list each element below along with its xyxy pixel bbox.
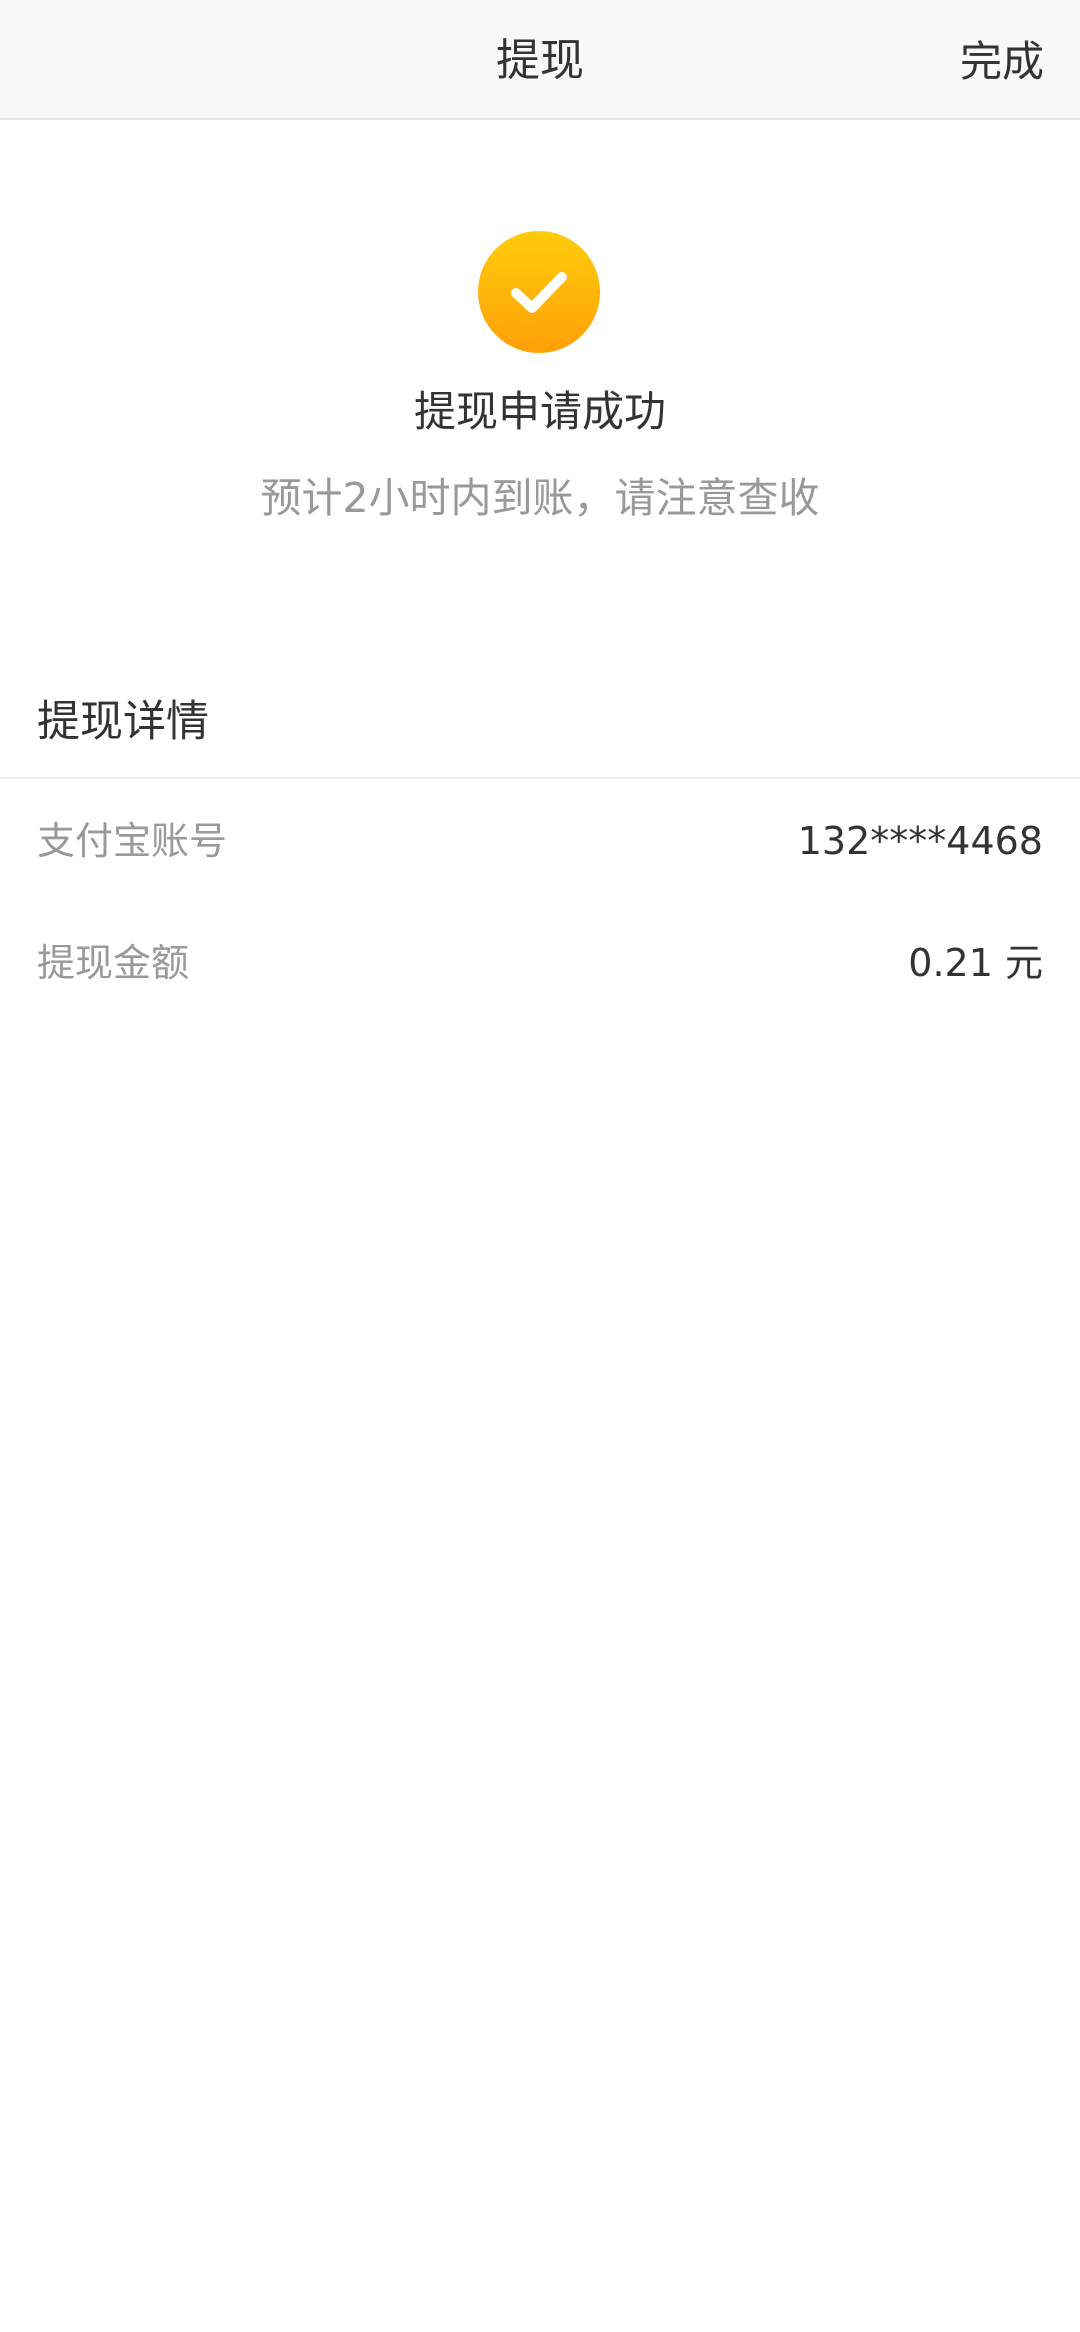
detail-label: 提现金额 [37,941,190,985]
done-button[interactable]: 完成 [960,0,1044,120]
detail-value: 132****4468 [797,819,1043,863]
detail-row-amount: 提现金额 0.21 元 [37,933,1043,993]
success-title: 提现申请成功 [413,387,666,436]
divider [0,777,1080,779]
detail-label: 支付宝账号 [37,819,228,863]
page-title: 提现 [496,35,584,86]
top-bar: 提现 完成 [0,0,1080,120]
check-circle-icon [478,231,600,353]
details-section-title: 提现详情 [37,697,209,747]
detail-row-account: 支付宝账号 132****4468 [37,811,1043,871]
success-subtitle: 预计2小时内到账，请注意查收 [260,474,820,522]
detail-value: 0.21 元 [908,941,1043,985]
